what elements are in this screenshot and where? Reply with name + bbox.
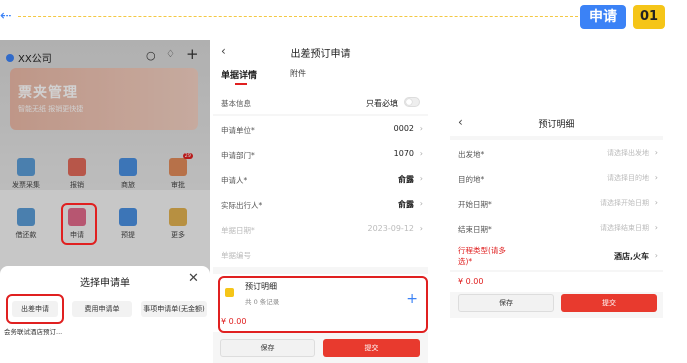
step-number-tag: 01 [633, 5, 665, 29]
field-label: 目的地* [458, 175, 485, 184]
travel-application-form: ‹ 出差预订申请 单据详情 附件 基本信息 只看必填 申请单位* 0002 › … [213, 40, 428, 363]
field-label: 实际出行人* [221, 201, 263, 210]
field-value: 2023-09-12 [367, 224, 415, 233]
basic-info-row: 基本信息 只看必填 [213, 92, 428, 114]
back-arrow-icon[interactable]: ⇠ [0, 8, 16, 24]
select-application-sheet: 选择申请单 ✕ 出差申请 费用申请单 事项申请单(无金额) 会务联试酒店预订..… [0, 266, 210, 363]
field-origin[interactable]: 出发地* 请选择出发地 › [450, 140, 663, 166]
option-matter-apply[interactable]: 事项申请单(无金额) [141, 301, 207, 317]
field-trip-type[interactable]: 行程类型(请多选)* 酒店,火车 › [450, 240, 663, 270]
field-destination[interactable]: 目的地* 请选择目的地 › [450, 165, 663, 191]
app-home-screen: XX公司 ○ ♢ + 票夹管理 智能无纸 报销更快捷 发票采集 报销 商旅 29… [0, 40, 210, 363]
chevron-right-icon: › [654, 251, 658, 260]
chevron-right-icon: › [654, 223, 658, 232]
sheet-title: 选择申请单 [80, 278, 130, 289]
page-title: 出差预订申请 [290, 49, 351, 60]
booking-detail-form: ‹ 预订明细 出发地* 请选择出发地 › 目的地* 请选择目的地 › 开始日期*… [450, 110, 663, 318]
field-placeholder: 请选择结束日期 [600, 224, 649, 232]
option-meeting-hotel[interactable]: 会务联试酒店预订... [4, 324, 68, 340]
field-value: 俞露 [398, 200, 414, 209]
field-label: 单据编号 [221, 251, 251, 260]
field-label: 申请部门* [221, 151, 255, 160]
form-row-unit[interactable]: 申请单位* 0002 › [213, 116, 428, 142]
save-button[interactable]: 保存 [220, 339, 315, 357]
save-button[interactable]: 保存 [458, 294, 554, 312]
field-value: 1070 [393, 149, 414, 158]
field-label: 申请单位* [221, 126, 255, 135]
form-row-number: 单据编号 [213, 241, 428, 267]
form-row-applicant[interactable]: 申请人* 俞露 › [213, 166, 428, 192]
tab-attachments[interactable]: 附件 [290, 68, 306, 79]
highlight-apply [61, 203, 97, 245]
only-required-label: 只看必填 [366, 99, 398, 108]
field-placeholder: 请选择目的地 [607, 174, 649, 182]
highlight-travel-apply [6, 294, 64, 324]
form-row-traveler[interactable]: 实际出行人* 俞露 › [213, 191, 428, 217]
tab-indicator [235, 83, 247, 85]
chevron-right-icon: › [419, 199, 423, 208]
highlight-detail [218, 276, 428, 333]
field-label: 行程类型(请多选)* [458, 246, 506, 266]
field-start-date[interactable]: 开始日期* 请选择开始日期 › [450, 190, 663, 216]
field-label: 开始日期* [458, 200, 492, 209]
field-label: 结束日期* [458, 225, 492, 234]
chevron-right-icon: › [654, 148, 658, 157]
divider-line [18, 16, 578, 17]
field-label: 申请人* [221, 176, 248, 185]
tab-details[interactable]: 单据详情 [221, 68, 257, 81]
field-value: 俞露 [398, 175, 414, 184]
field-end-date[interactable]: 结束日期* 请选择结束日期 › [450, 215, 663, 241]
chevron-right-icon: › [654, 198, 658, 207]
field-value: 0002 [393, 124, 414, 133]
basic-info-label: 基本信息 [221, 99, 251, 108]
form-row-dept[interactable]: 申请部门* 1070 › [213, 141, 428, 167]
page-title: 预订明细 [538, 120, 575, 130]
chevron-right-icon: › [419, 224, 423, 233]
chevron-right-icon: › [419, 124, 423, 133]
option-expense-apply[interactable]: 费用申请单 [72, 301, 132, 317]
form-row-date: 单据日期* 2023-09-12 › [213, 216, 428, 242]
close-icon[interactable]: ✕ [188, 271, 199, 286]
submit-button[interactable]: 提交 [323, 339, 420, 357]
chevron-right-icon: › [419, 149, 423, 158]
field-placeholder: 请选择开始日期 [600, 199, 649, 207]
field-placeholder: 请选择出发地 [607, 149, 649, 157]
section-tag: 申请 [580, 5, 626, 29]
only-required-toggle[interactable] [404, 97, 420, 107]
total-amount: ¥ 0.00 [458, 277, 484, 286]
field-label: 单据日期* [221, 226, 255, 235]
field-value: 酒店,火车 [613, 252, 649, 261]
chevron-right-icon: › [419, 174, 423, 183]
field-label: 出发地* [458, 150, 485, 159]
submit-button[interactable]: 提交 [561, 294, 657, 312]
chevron-right-icon: › [654, 173, 658, 182]
